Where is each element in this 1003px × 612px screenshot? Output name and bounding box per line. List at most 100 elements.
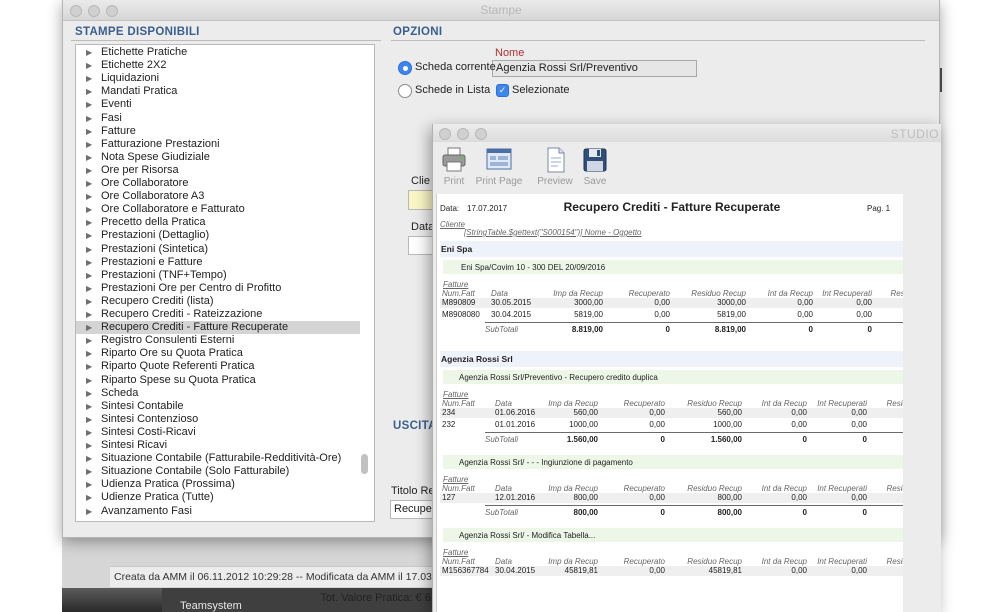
disclosure-triangle-icon[interactable]: ▶ — [86, 151, 92, 164]
stampe-list-item[interactable]: ▶ Scheda — [76, 387, 360, 400]
stampe-list-item[interactable]: ▶ Riparto Quote Referenti Pratica — [76, 360, 360, 373]
disclosure-triangle-icon[interactable]: ▶ — [86, 426, 92, 439]
disclosure-triangle-icon[interactable]: ▶ — [86, 72, 92, 85]
stampe-list-item[interactable]: ▶ Ore per Risorsa — [76, 164, 360, 177]
disclosure-triangle-icon[interactable]: ▶ — [86, 413, 92, 426]
disclosure-triangle-icon[interactable]: ▶ — [86, 465, 92, 478]
stampe-list-item[interactable]: ▶ Situazione Contabile (Fatturabile-Reddi… — [76, 452, 360, 465]
stampe-list-item[interactable]: ▶ Ore Collaboratore e Fatturato — [76, 203, 360, 216]
stampe-list-item[interactable]: ▶ Ore Collaboratore — [76, 177, 360, 190]
stampe-list-item[interactable]: ▶ Udienza Pratica (Prossima) — [76, 478, 360, 491]
print-button[interactable]: Print — [435, 146, 473, 190]
stampe-list-item[interactable]: ▶ Avanzamento Fasi — [76, 505, 360, 518]
stampe-list-item[interactable]: ▶ Riparto Ore su Quota Pratica — [76, 347, 360, 360]
stampe-list-item[interactable]: ▶ Precetto della Pratica — [76, 216, 360, 229]
disclosure-triangle-icon[interactable]: ▶ — [86, 347, 92, 360]
background-strip — [938, 0, 1003, 612]
disclosure-triangle-icon[interactable]: ▶ — [86, 505, 92, 518]
stampe-list-item[interactable]: ▶ Mandati Pratica — [76, 85, 360, 98]
stampe-list-item[interactable]: ▶ Situazione Contabile (Solo Fatturabile) — [76, 465, 360, 478]
stampe-list-item[interactable]: ▶ Prestazioni (Dettaglio) — [76, 229, 360, 242]
zoom-window-button[interactable] — [475, 128, 487, 140]
stampe-list[interactable]: ▶ Etichette Pratiche ▶ Etichette 2X2 ▶ Liquid… — [75, 44, 375, 522]
report-date-value: 17.07.2017 — [467, 204, 508, 213]
minimize-window-button[interactable] — [457, 128, 469, 140]
print-page-button[interactable]: Print Page — [473, 146, 525, 190]
stampe-list-item[interactable]: ▶ Liquidazioni — [76, 72, 360, 85]
column-header: Data — [491, 289, 508, 298]
disclosure-triangle-icon[interactable]: ▶ — [86, 321, 92, 334]
stampe-list-item[interactable]: ▶ Sintesi Contabile — [76, 400, 360, 413]
disclosure-triangle-icon[interactable]: ▶ — [86, 334, 92, 347]
nome-field[interactable]: Agenzia Rossi Srl/Preventivo — [492, 60, 697, 77]
stampe-list-item[interactable]: ▶ Fasi — [76, 112, 360, 125]
stampe-list-item[interactable]: ▶ Recupero Crediti - Fatture Recuperate — [76, 321, 360, 335]
disclosure-triangle-icon[interactable]: ▶ — [86, 360, 92, 373]
preview-titlebar[interactable]: STUDIO — [433, 124, 941, 142]
selezionate-label[interactable]: Selezionate — [512, 84, 570, 96]
stampe-list-item[interactable]: ▶ Nota Spese Giudiziale — [76, 151, 360, 164]
disclosure-triangle-icon[interactable]: ▶ — [86, 387, 92, 400]
stampe-list-item[interactable]: ▶ Udienze Pratica (Tutte) — [76, 491, 360, 504]
disclosure-triangle-icon[interactable]: ▶ — [86, 112, 92, 125]
close-window-button[interactable] — [439, 128, 451, 140]
stampe-list-item[interactable]: ▶ Riparto Spese su Quota Pratica — [76, 374, 360, 387]
disclosure-triangle-icon[interactable]: ▶ — [86, 125, 92, 138]
schede-in-lista-radio[interactable] — [398, 84, 412, 98]
stampe-list-item[interactable]: ▶ Sintesi Costi-Ricavi — [76, 426, 360, 439]
stampe-list-item-label: Sintesi Ricavi — [101, 439, 168, 451]
disclosure-triangle-icon[interactable]: ▶ — [86, 138, 92, 151]
disclosure-triangle-icon[interactable]: ▶ — [86, 439, 92, 452]
list-scrollbar[interactable] — [361, 454, 368, 474]
stampe-list-item[interactable]: ▶ Etichette Pratiche — [76, 46, 360, 59]
column-header: Data — [495, 484, 512, 493]
disclosure-triangle-icon[interactable]: ▶ — [86, 308, 92, 321]
disclosure-triangle-icon[interactable]: ▶ — [86, 216, 92, 229]
stampe-list-item[interactable]: ▶ Fatture — [76, 125, 360, 138]
stampe-list-item[interactable]: ▶ Recupero Crediti (lista) — [76, 295, 360, 308]
disclosure-triangle-icon[interactable]: ▶ — [86, 229, 92, 242]
disclosure-triangle-icon[interactable]: ▶ — [86, 46, 92, 59]
disclosure-triangle-icon[interactable]: ▶ — [86, 98, 92, 111]
disclosure-triangle-icon[interactable]: ▶ — [86, 203, 92, 216]
disclosure-triangle-icon[interactable]: ▶ — [86, 374, 92, 387]
nome-label: Nome — [495, 47, 525, 59]
disclosure-triangle-icon[interactable]: ▶ — [86, 164, 92, 177]
stampe-list-item[interactable]: ▶ Sintesi Ricavi — [76, 439, 360, 452]
opzioni-title: OPZIONI — [393, 26, 443, 38]
stampe-list-item[interactable]: ▶ Prestazioni (TNF+Tempo) — [76, 269, 360, 282]
disclosure-triangle-icon[interactable]: ▶ — [86, 190, 92, 203]
disclosure-triangle-icon[interactable]: ▶ — [86, 85, 92, 98]
disclosure-triangle-icon[interactable]: ▶ — [86, 452, 92, 465]
disclosure-triangle-icon[interactable]: ▶ — [86, 282, 92, 295]
disclosure-triangle-icon[interactable]: ▶ — [86, 478, 92, 491]
disclosure-triangle-icon[interactable]: ▶ — [86, 177, 92, 190]
selezionate-checkbox[interactable]: ✓ — [496, 84, 509, 97]
disclosure-triangle-icon[interactable]: ▶ — [86, 256, 92, 269]
stampe-list-item[interactable]: ▶ Eventi — [76, 98, 360, 111]
stampe-list-item-label: Prestazioni (TNF+Tempo) — [101, 268, 227, 281]
stampe-list-item[interactable]: ▶ Recupero Crediti - Rateizzazione — [76, 308, 360, 321]
stampe-list-item[interactable]: ▶ Fatturazione Prestazioni — [76, 138, 360, 151]
stampe-list-item[interactable]: ▶ Prestazioni e Fatture — [76, 256, 360, 269]
stampe-list-item[interactable]: ▶ Prestazioni (Sintetica) — [76, 243, 360, 256]
stampe-list-item[interactable]: ▶ Etichette 2X2 — [76, 59, 360, 72]
disclosure-triangle-icon[interactable]: ▶ — [86, 243, 92, 256]
save-button[interactable]: Save — [579, 146, 611, 190]
disclosure-triangle-icon[interactable]: ▶ — [86, 269, 92, 282]
stampe-list-item[interactable]: ▶ Prestazioni Ore per Centro di Profitto — [76, 282, 360, 295]
disclosure-triangle-icon[interactable]: ▶ — [86, 59, 92, 72]
schede-in-lista-label[interactable]: Schede in Lista — [415, 84, 490, 96]
cliente-label: Clie — [411, 175, 430, 187]
disclosure-triangle-icon[interactable]: ▶ — [86, 491, 92, 504]
practice-name: Agenzia Rossi Srl/ - Modifica Tabella... — [459, 531, 596, 540]
stampe-list-item[interactable]: ▶ Ore Collaboratore A3 — [76, 190, 360, 203]
stampe-list-item[interactable]: ▶ Registro Consulenti Esterni — [76, 334, 360, 347]
scheda-corrente-label[interactable]: Scheda corrente — [415, 61, 496, 73]
disclosure-triangle-icon[interactable]: ▶ — [86, 295, 92, 308]
window-titlebar[interactable]: Stampe — [63, 0, 939, 21]
stampe-list-item[interactable]: ▶ Sintesi Contenzioso — [76, 413, 360, 426]
scheda-corrente-radio[interactable] — [398, 61, 412, 75]
disclosure-triangle-icon[interactable]: ▶ — [86, 400, 92, 413]
preview-button[interactable]: Preview — [533, 146, 577, 190]
